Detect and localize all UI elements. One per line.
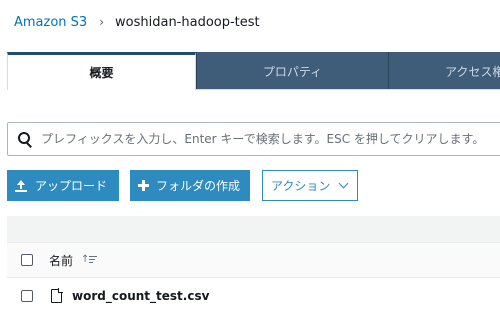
tab-divider [196, 89, 500, 90]
file-icon [51, 288, 63, 303]
table-row: word_count_test.csv [7, 280, 500, 312]
upload-button[interactable]: アップロード [7, 170, 119, 201]
tab-permissions[interactable]: アクセス権 [388, 52, 500, 90]
breadcrumb-separator-icon: › [99, 15, 105, 29]
upload-button-label: アップロード [35, 179, 108, 193]
create-folder-button-label: フォルダの作成 [156, 179, 241, 193]
plus-icon [138, 180, 149, 191]
table-header: 名前 ↑ [7, 242, 500, 278]
search-box [7, 122, 500, 156]
actions-button-label: アクション [271, 179, 331, 193]
chevron-down-icon [338, 178, 349, 189]
breadcrumb: Amazon S3 › woshidan-hadoop-test [14, 12, 260, 32]
table-toolbar-band [7, 216, 500, 242]
search-icon [17, 131, 33, 147]
column-header-name[interactable]: 名前 [49, 252, 73, 269]
file-name-link[interactable]: word_count_test.csv [72, 289, 209, 303]
sort-ascending-icon[interactable]: ↑ [81, 254, 98, 266]
breadcrumb-amazon-s3-link[interactable]: Amazon S3 [14, 15, 87, 30]
create-folder-button[interactable]: フォルダの作成 [130, 170, 250, 201]
tab-bar: 概要 プロパティ アクセス権 [0, 52, 500, 90]
search-input[interactable] [41, 132, 481, 146]
select-all-checkbox[interactable] [21, 254, 33, 266]
actions-dropdown-button[interactable]: アクション [262, 170, 358, 201]
tab-overview[interactable]: 概要 [7, 52, 196, 90]
upload-icon [15, 179, 27, 192]
breadcrumb-current-bucket: woshidan-hadoop-test [115, 14, 260, 30]
row-checkbox[interactable] [21, 290, 33, 302]
tab-properties[interactable]: プロパティ [196, 52, 388, 90]
